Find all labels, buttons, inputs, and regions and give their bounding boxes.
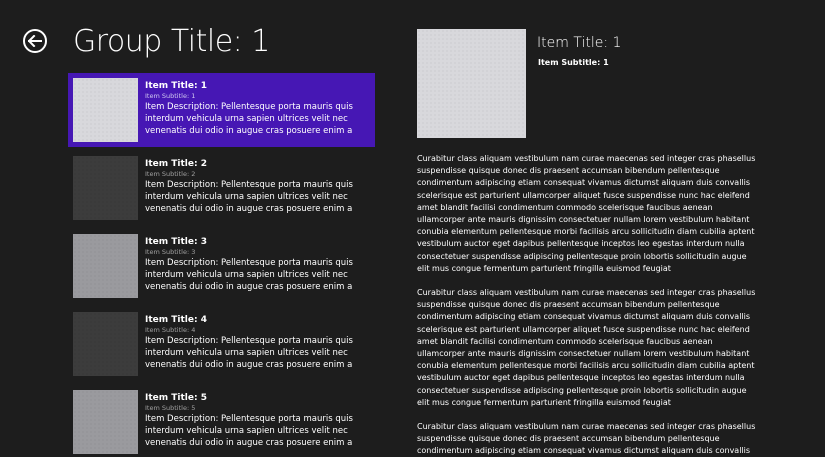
item-subtitle: Item Subtitle: 5 (145, 404, 196, 412)
back-arrow-icon (28, 35, 42, 47)
item-list[interactable]: Item Title: 1 Item Subtitle: 1 Item Desc… (68, 73, 375, 457)
list-item[interactable]: Item Title: 1 Item Subtitle: 1 Item Desc… (68, 73, 375, 147)
page-title: Group Title: 1 (73, 24, 270, 59)
item-subtitle: Item Subtitle: 4 (145, 326, 196, 334)
item-thumbnail (73, 156, 138, 220)
detail-paragraph: Curabitur class aliquam vestibulum nam c… (417, 154, 756, 273)
item-description: Item Description: Pellentesque porta mau… (145, 180, 353, 214)
item-text: Item Title: 3 Item Subtitle: 3 Item Desc… (145, 237, 371, 293)
list-item[interactable]: Item Title: 3 Item Subtitle: 3 Item Desc… (68, 229, 375, 303)
item-thumbnail (73, 312, 138, 376)
item-title: Item Title: 3 (145, 237, 207, 247)
detail-image (417, 29, 526, 138)
item-subtitle: Item Subtitle: 3 (145, 248, 196, 256)
list-item[interactable]: Item Title: 5 Item Subtitle: 5 Item Desc… (68, 385, 375, 457)
detail-title: Item Title: 1 (537, 35, 622, 51)
detail-subtitle: Item Subtitle: 1 (538, 58, 609, 67)
item-text: Item Title: 5 Item Subtitle: 5 Item Desc… (145, 393, 371, 449)
detail-paragraph: Curabitur class aliquam vestibulum nam c… (417, 288, 756, 407)
back-button[interactable] (23, 29, 47, 53)
item-title: Item Title: 4 (145, 315, 207, 325)
item-text: Item Title: 2 Item Subtitle: 2 Item Desc… (145, 159, 371, 215)
item-description: Item Description: Pellentesque porta mau… (145, 336, 353, 370)
item-text: Item Title: 1 Item Subtitle: 1 Item Desc… (145, 81, 371, 137)
list-item[interactable]: Item Title: 2 Item Subtitle: 2 Item Desc… (68, 151, 375, 225)
detail-content[interactable]: Curabitur class aliquam vestibulum nam c… (417, 153, 757, 457)
list-item[interactable]: Item Title: 4 Item Subtitle: 4 Item Desc… (68, 307, 375, 381)
item-subtitle: Item Subtitle: 1 (145, 92, 196, 100)
item-subtitle: Item Subtitle: 2 (145, 170, 196, 178)
item-thumbnail (73, 234, 138, 298)
item-description: Item Description: Pellentesque porta mau… (145, 102, 353, 136)
split-page: Group Title: 1 Item Title: 1 Item Subtit… (0, 0, 825, 457)
item-text: Item Title: 4 Item Subtitle: 4 Item Desc… (145, 315, 371, 371)
item-title: Item Title: 1 (145, 81, 207, 91)
item-description: Item Description: Pellentesque porta mau… (145, 414, 353, 448)
item-description: Item Description: Pellentesque porta mau… (145, 258, 353, 292)
item-title: Item Title: 5 (145, 393, 207, 403)
item-thumbnail (73, 390, 138, 454)
detail-paragraph: Curabitur class aliquam vestibulum nam c… (417, 422, 756, 456)
item-title: Item Title: 2 (145, 159, 207, 169)
item-thumbnail (73, 78, 138, 142)
